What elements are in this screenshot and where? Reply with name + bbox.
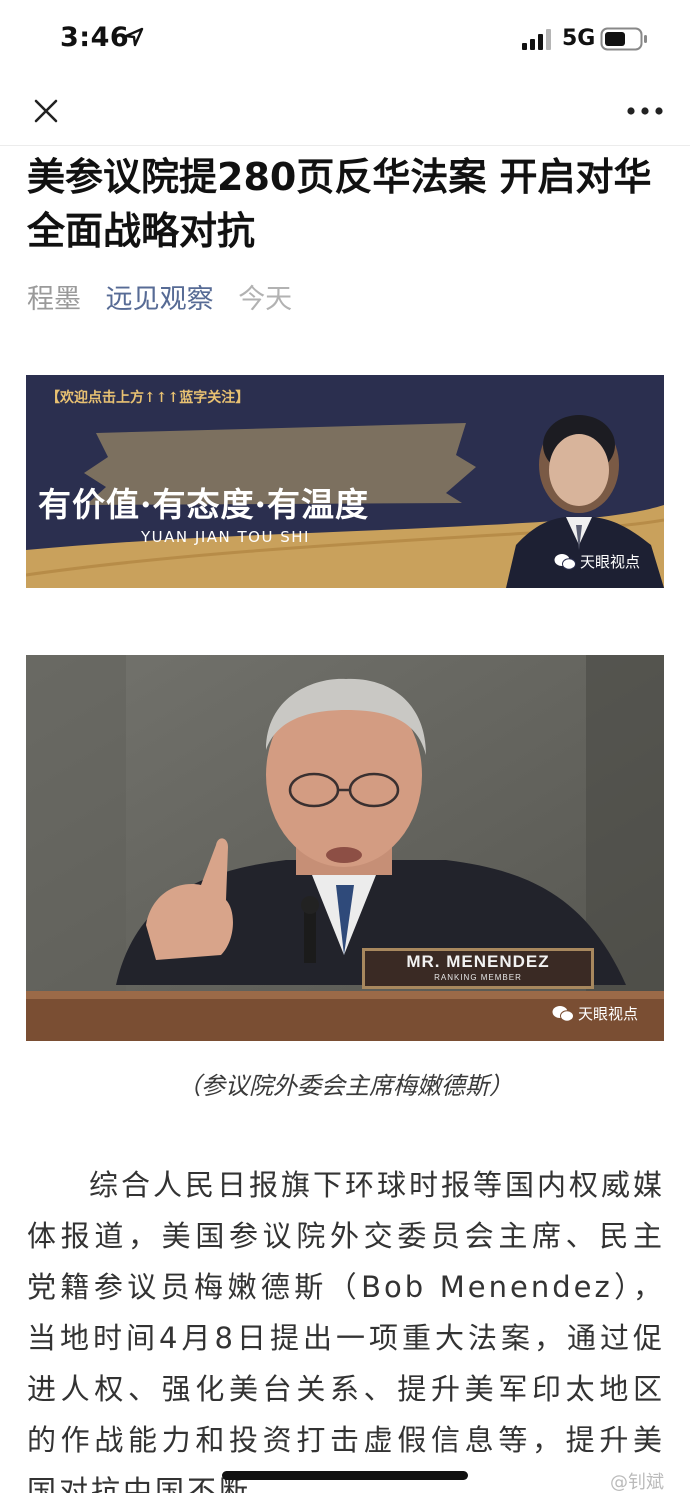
network-label: 5G (562, 26, 596, 51)
article-title: 美参议院提280页反华法案 开启对华全面战略对抗 (27, 155, 652, 253)
banner-subtitle: YUAN JIAN TOU SHI (141, 528, 310, 546)
nameplate-subtitle: RANKING MEMBER (434, 973, 522, 982)
article-photo: MR. MENENDEZ RANKING MEMBER 天眼视点 (26, 655, 664, 1041)
author-name: 程墨 (27, 284, 81, 315)
more-icon[interactable] (626, 102, 664, 120)
location-arrow-icon (124, 27, 144, 47)
watermark-text: 天眼视点 (580, 553, 641, 571)
nameplate: MR. MENENDEZ RANKING MEMBER (362, 948, 594, 989)
banner-image: 【欢迎点击上方↑↑↑蓝字关注】 有价值·有态度·有温度 YUAN JIAN TO… (26, 375, 664, 588)
wechat-icon (552, 1005, 574, 1022)
nav-bar (0, 80, 690, 146)
publish-date: 今天 (238, 284, 293, 315)
photo-caption: （参议院外委会主席梅嫩德斯） (177, 1072, 513, 1100)
close-icon[interactable] (30, 95, 62, 127)
signal-icon (522, 29, 551, 50)
status-bar: 3:46 5G (0, 0, 690, 80)
watermark-text: 天眼视点 (578, 1005, 639, 1023)
wechat-icon (554, 553, 576, 570)
banner-watermark: 天眼视点 (554, 551, 640, 572)
corner-watermark: @钊斌 (610, 1472, 664, 1493)
article-body: 综合人民日报旗下环球时报等国内权威媒体报道，美国参议院外交委员会主席、民主党籍参… (27, 1168, 666, 1493)
banner-notice: 【欢迎点击上方↑↑↑蓝字关注】 (46, 390, 250, 406)
article-meta: 程墨 远见观察 今天 (27, 282, 292, 318)
status-time: 3:46 (60, 22, 130, 53)
home-indicator[interactable] (222, 1471, 468, 1480)
photo-watermark: 天眼视点 (552, 1003, 638, 1024)
nameplate-name: MR. MENENDEZ (406, 952, 550, 971)
battery-icon (600, 27, 647, 51)
banner-slogan: 有价值·有态度·有温度 (38, 485, 369, 524)
account-link[interactable]: 远见观察 (106, 284, 214, 315)
